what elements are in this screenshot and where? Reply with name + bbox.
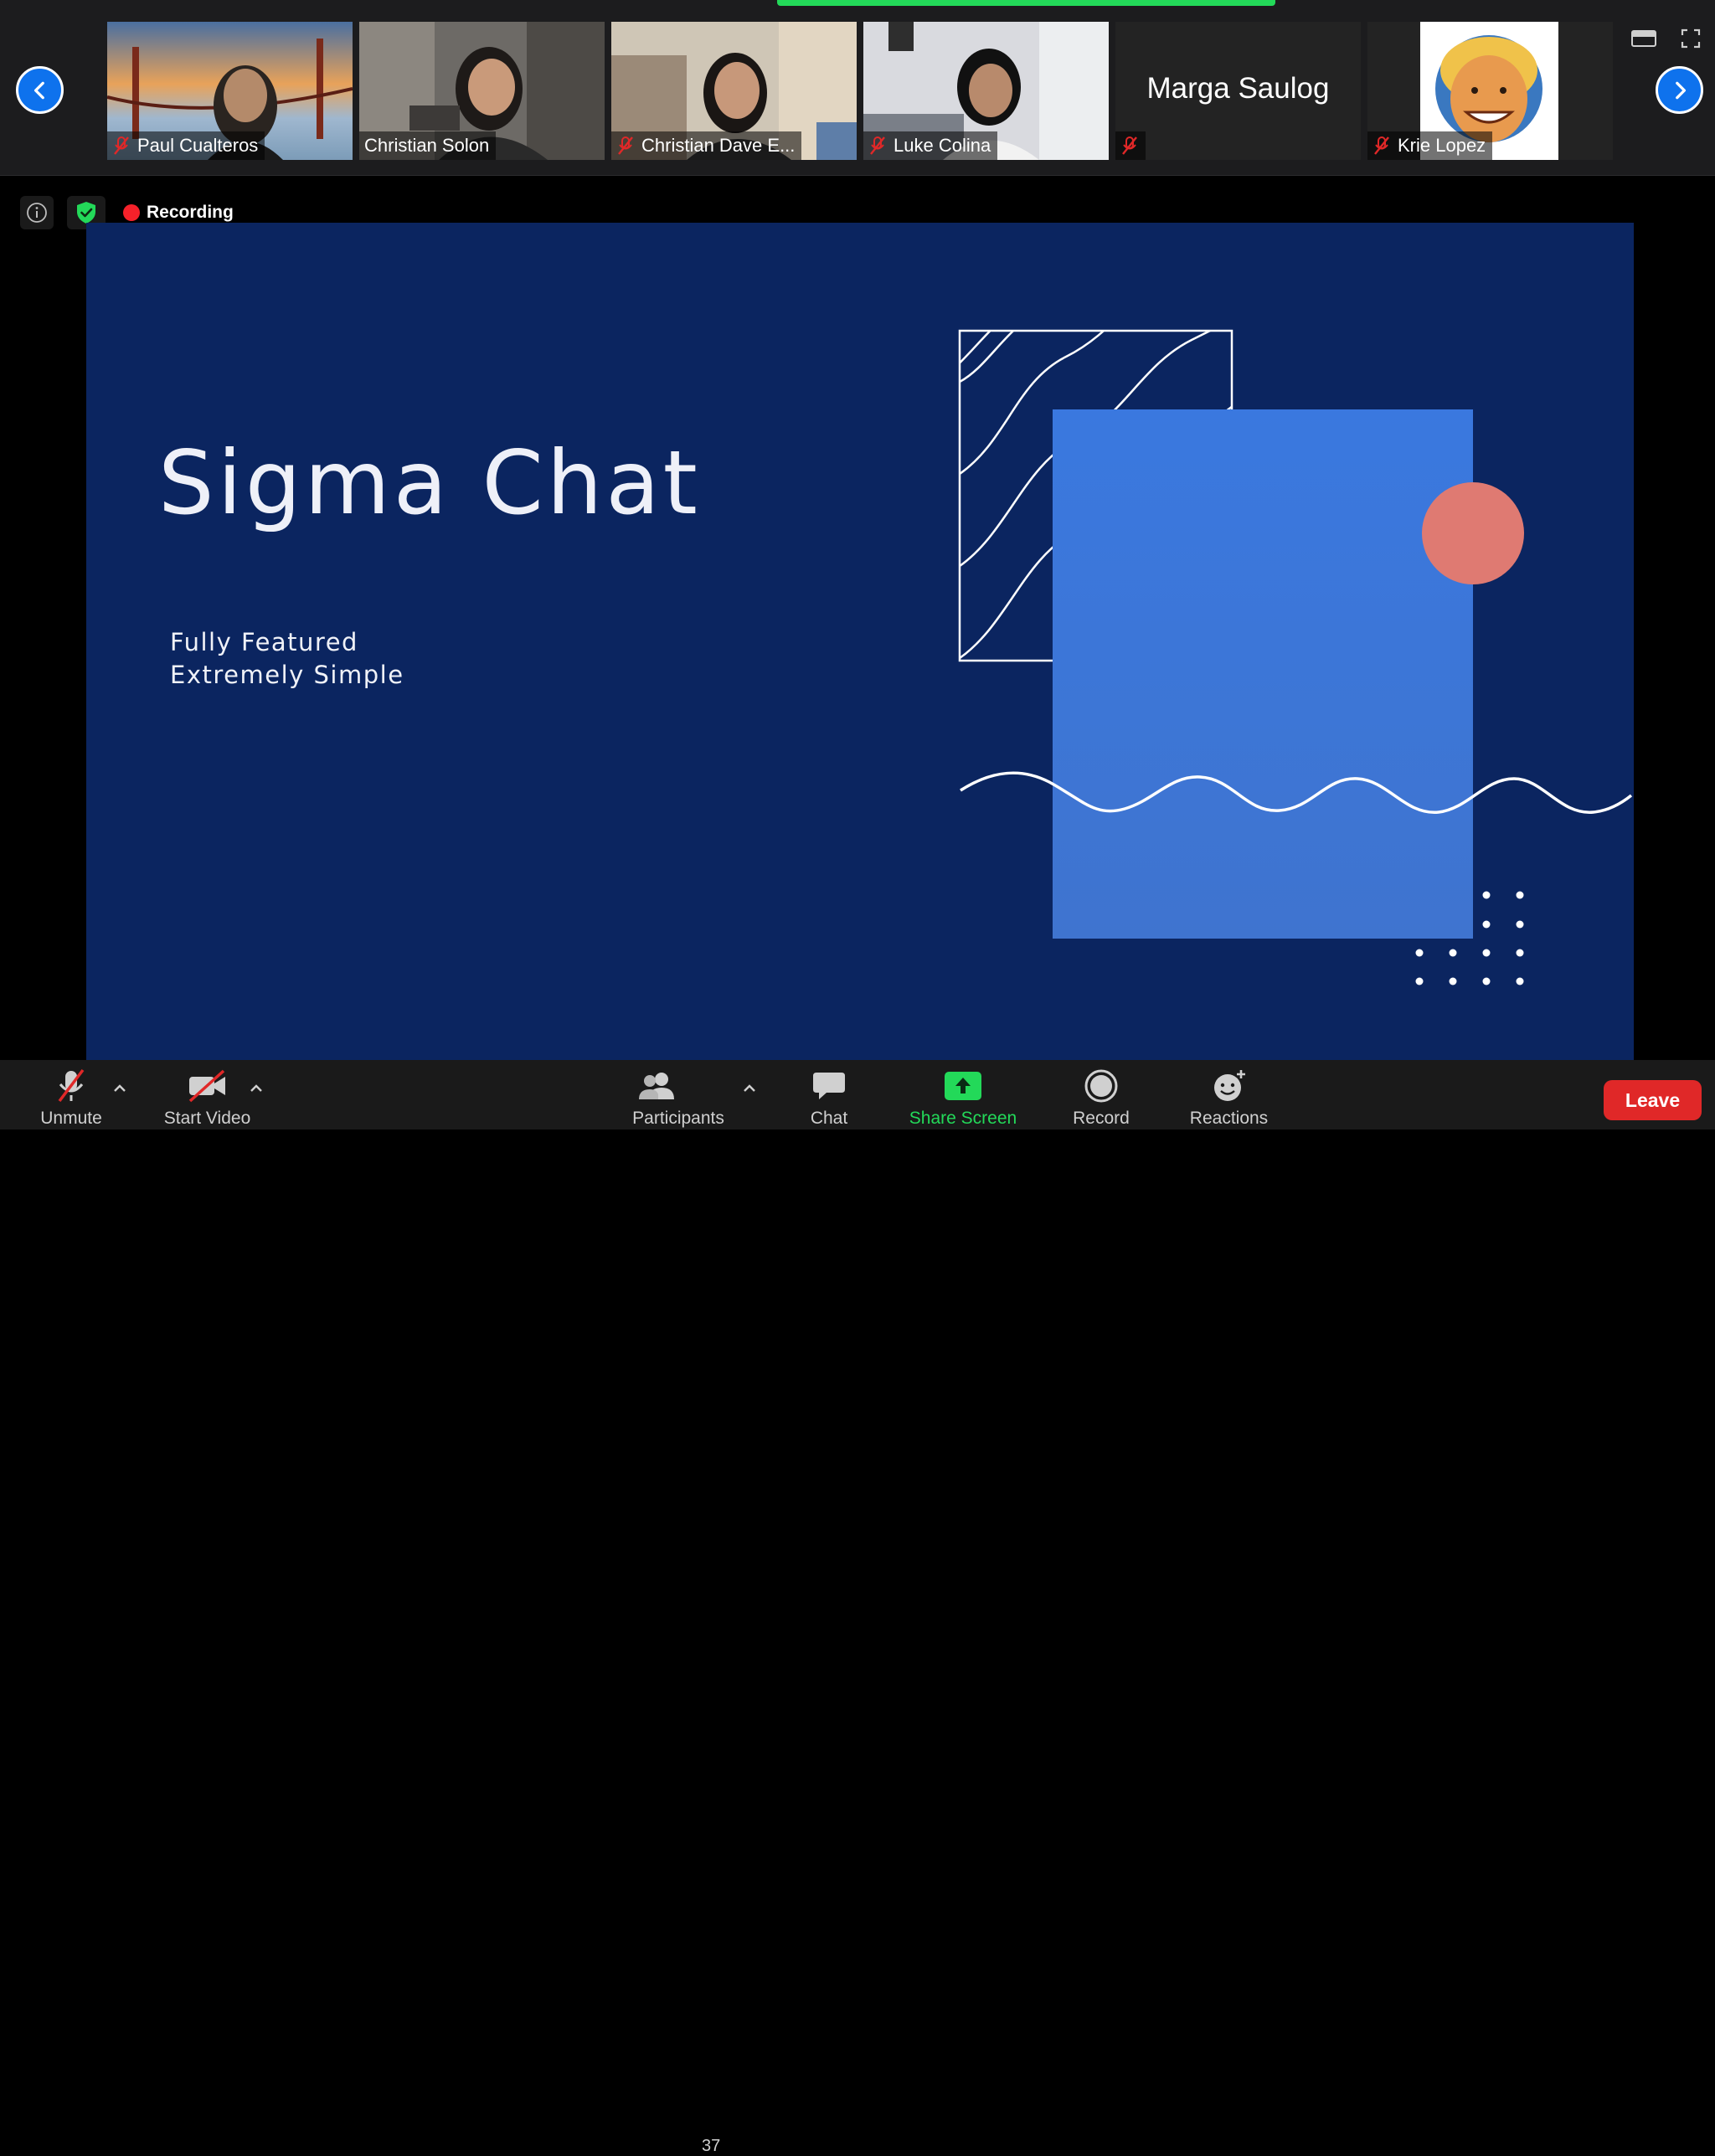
chevron-right-icon bbox=[1675, 81, 1686, 99]
gallery-strip: Paul Cualteros Christian Solon Christian… bbox=[0, 0, 1715, 176]
participants-options-chevron-up-icon[interactable] bbox=[741, 1080, 758, 1097]
participant-tile-luke-colina[interactable]: Luke Colina bbox=[863, 22, 1109, 160]
participant-name: Paul Cualteros bbox=[137, 135, 259, 156]
video-off-icon bbox=[188, 1069, 225, 1103]
record-button[interactable]: Record bbox=[1059, 1060, 1143, 1129]
muted-microphone-icon bbox=[58, 1068, 85, 1103]
muted-mic-icon bbox=[618, 136, 633, 155]
chat-label: Chat bbox=[810, 1109, 848, 1128]
chevron-left-icon bbox=[33, 81, 44, 99]
participant-name-label: Christian Dave E... bbox=[611, 131, 802, 160]
participant-tile-paul-cualteros[interactable]: Paul Cualteros bbox=[107, 22, 353, 160]
slide-subtitle: Fully Featured Extremely Simple bbox=[170, 626, 404, 692]
share-screen-button[interactable]: Share Screen bbox=[900, 1060, 1026, 1129]
video-options-chevron-up-icon[interactable] bbox=[248, 1080, 265, 1097]
audio-options-chevron-up-icon[interactable] bbox=[111, 1080, 128, 1097]
participant-name: Christian Solon bbox=[364, 135, 490, 156]
participant-name: Luke Colina bbox=[894, 135, 991, 156]
record-icon bbox=[1084, 1069, 1118, 1103]
reactions-icon bbox=[1213, 1070, 1245, 1101]
muted-mic-icon bbox=[1374, 136, 1389, 155]
participant-tile-christian-dave[interactable]: Christian Dave E... bbox=[611, 22, 857, 160]
participant-display-name: Marga Saulog bbox=[1146, 72, 1330, 105]
participant-tile-marga-saulog[interactable]: Marga Saulog bbox=[1115, 22, 1361, 160]
slide-subtitle-line: Extremely Simple bbox=[170, 661, 404, 689]
recording-label: Recording bbox=[147, 203, 234, 222]
unmute-button[interactable]: Unmute bbox=[25, 1060, 117, 1129]
participant-name-label bbox=[1115, 131, 1146, 160]
next-page-button[interactable] bbox=[1656, 66, 1703, 114]
participants-icon bbox=[639, 1073, 674, 1099]
start-video-button[interactable]: Start Video bbox=[151, 1060, 264, 1129]
share-screen-label: Share Screen bbox=[909, 1109, 1017, 1128]
info-icon bbox=[27, 203, 47, 223]
start-video-label: Start Video bbox=[163, 1109, 251, 1128]
chat-bubble-icon bbox=[813, 1073, 845, 1099]
share-screen-icon bbox=[945, 1072, 981, 1100]
unmute-label: Unmute bbox=[40, 1109, 102, 1128]
shield-icon bbox=[77, 202, 95, 224]
participant-name-label: Krie Lopez bbox=[1367, 131, 1493, 160]
slide-subtitle-line: Fully Featured bbox=[170, 628, 358, 656]
participants-count: 37 bbox=[702, 2137, 721, 2155]
participant-name-label: Paul Cualteros bbox=[107, 131, 265, 160]
shared-screen-slide: Sigma Chat Fully Featured Extremely Simp… bbox=[86, 223, 1634, 1060]
participant-tile-christian-solon[interactable]: Christian Solon bbox=[359, 22, 605, 160]
muted-mic-icon bbox=[870, 136, 885, 155]
slide-title: Sigma Chat bbox=[158, 432, 701, 534]
view-layout-icon[interactable] bbox=[1631, 28, 1656, 49]
muted-mic-icon bbox=[1122, 136, 1137, 155]
recording-dot-icon bbox=[123, 204, 140, 221]
meeting-info-icon[interactable] bbox=[20, 196, 54, 229]
fullscreen-icon[interactable] bbox=[1681, 28, 1701, 49]
participant-name-label: Luke Colina bbox=[863, 131, 998, 160]
participants-label: Participants bbox=[632, 1109, 724, 1128]
leave-meeting-button[interactable]: Leave bbox=[1604, 1080, 1702, 1120]
reactions-button[interactable]: Reactions bbox=[1177, 1060, 1281, 1129]
previous-page-button[interactable] bbox=[16, 66, 64, 114]
participant-tile-krie-lopez[interactable]: Krie Lopez bbox=[1367, 22, 1613, 160]
participant-name: Krie Lopez bbox=[1398, 135, 1486, 156]
reactions-label: Reactions bbox=[1189, 1109, 1269, 1128]
participant-name: Christian Dave E... bbox=[641, 135, 796, 156]
participant-name-label: Christian Solon bbox=[359, 131, 497, 160]
meeting-toolbar: Unmute Start Video Participants 37 Chat … bbox=[0, 1060, 1715, 2155]
muted-mic-icon bbox=[114, 136, 129, 155]
chat-button[interactable]: Chat bbox=[796, 1060, 863, 1129]
record-label: Record bbox=[1073, 1109, 1130, 1128]
active-speaker-bar bbox=[777, 0, 1275, 6]
participants-button[interactable]: Participants bbox=[620, 1060, 737, 1129]
